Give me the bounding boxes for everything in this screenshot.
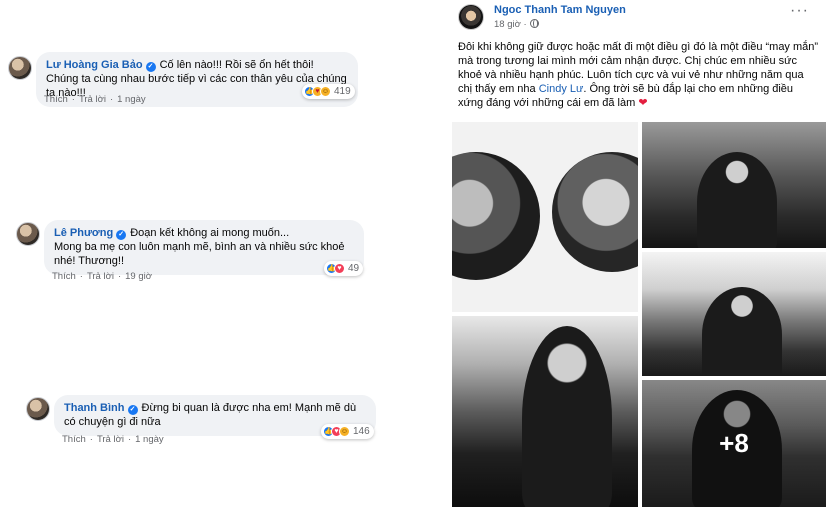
reaction-count: 49 [348, 263, 360, 274]
post-text: Đôi khi không giữ được hoặc mất đi một đ… [458, 40, 820, 110]
photo-4[interactable] [452, 316, 638, 507]
reply-link[interactable]: Trả lời [97, 434, 124, 445]
reply-link[interactable]: Trả lời [79, 94, 106, 105]
haha-reaction-icon: ☺ [339, 426, 350, 437]
comment-author[interactable]: Lê Phương [54, 227, 113, 239]
globe-icon [529, 19, 539, 28]
comment-time[interactable]: 1 ngày [117, 94, 146, 105]
post-timestamp[interactable]: 18 giờ · [494, 19, 539, 30]
photo-5[interactable]: +8 [642, 380, 826, 507]
comment-actions: Thích · Trả lời · 1 ngày [44, 94, 146, 105]
facebook-post: Ngoc Thanh Tam Nguyen 18 giờ · ··· Đôi k… [452, 0, 826, 507]
post-time-text[interactable]: 18 giờ [494, 19, 521, 30]
reply-link[interactable]: Trả lời [87, 271, 114, 282]
verified-badge-icon: ✓ [145, 62, 156, 72]
comment-time[interactable]: 19 giờ [125, 271, 152, 282]
verified-badge-icon: ✓ [116, 230, 127, 240]
haha-reaction-icon: ☺ [320, 86, 331, 97]
avatar[interactable] [26, 397, 50, 421]
verified-badge-icon: ✓ [127, 405, 138, 415]
reactions-summary[interactable]: 👍 ♥ ☺ 146 [321, 424, 374, 439]
photo-1[interactable] [452, 122, 638, 312]
like-link[interactable]: Thích [44, 94, 68, 105]
photo-2[interactable] [642, 122, 826, 248]
comment-actions: Thích · Trả lời · 19 giờ [52, 271, 152, 282]
photo-1-left-circle [452, 152, 540, 280]
photo-4-figure [522, 326, 612, 507]
more-photos-count: +8 [719, 428, 749, 458]
comment-author[interactable]: Lư Hoàng Gia Bảo [46, 59, 143, 71]
like-link[interactable]: Thích [52, 271, 76, 282]
like-link[interactable]: Thích [62, 434, 86, 445]
post-author-avatar[interactable] [458, 4, 484, 30]
photo-grid: +8 [452, 122, 826, 507]
reactions-summary[interactable]: 👍 ♥ 49 [324, 261, 364, 276]
more-options-icon[interactable]: ··· [790, 2, 809, 20]
mention-link[interactable]: Cindy Lư [539, 83, 584, 95]
heart-emoji-icon: ❤ [638, 97, 648, 109]
comment-bubble: Lê Phương ✓ Đoạn kết không ai mong muốn...… [44, 220, 364, 275]
more-photos-overlay[interactable]: +8 [642, 380, 826, 507]
comment-text-line2: Mong ba mẹ con luôn mạnh mẽ, bình an và … [54, 241, 345, 267]
reactions-summary[interactable]: 👍 ♥ ☺ 419 [302, 84, 355, 99]
photo-3[interactable] [642, 252, 826, 376]
avatar[interactable] [16, 222, 40, 246]
photo-3-figure [702, 287, 782, 376]
comment-time[interactable]: 1 ngày [135, 434, 164, 445]
comment-text: Đoạn kết không ai mong muốn... [130, 227, 290, 239]
comment-actions: Thích · Trả lời · 1 ngày [62, 434, 164, 445]
reaction-count: 419 [334, 86, 351, 97]
photo-1-right-circle [552, 152, 638, 272]
post-author-name[interactable]: Ngoc Thanh Tam Nguyen [494, 4, 626, 16]
comment-author[interactable]: Thanh Bình [64, 402, 125, 414]
love-reaction-icon: ♥ [334, 263, 345, 274]
reaction-count: 146 [353, 426, 370, 437]
photo-2-figure [697, 152, 777, 248]
avatar[interactable] [8, 56, 32, 80]
